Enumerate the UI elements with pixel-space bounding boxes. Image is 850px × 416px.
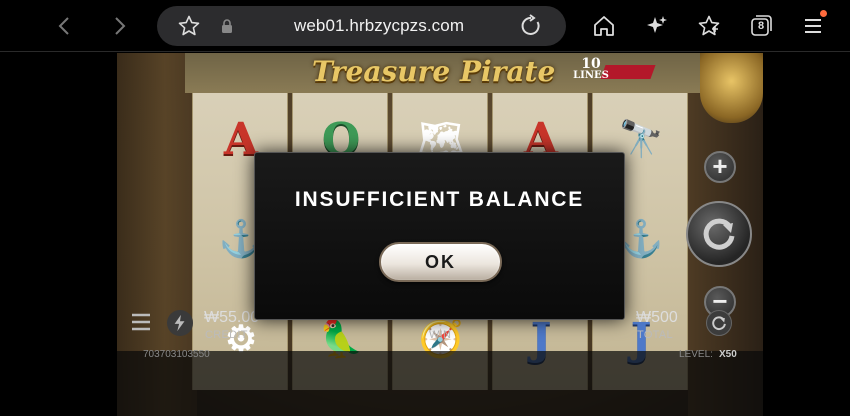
ai-assistant-button[interactable]	[639, 8, 675, 44]
home-icon	[594, 16, 614, 36]
lock-icon	[222, 19, 232, 33]
chevron-left-icon	[58, 17, 69, 35]
credit-label: CREDIT	[205, 329, 248, 341]
win-label: WIN	[429, 329, 452, 341]
autoplay-button[interactable]	[706, 310, 732, 336]
tab-count: 8	[757, 20, 765, 32]
menu-button[interactable]	[795, 8, 831, 44]
bookmark-star-icon[interactable]	[177, 14, 201, 38]
hamburger-menu-icon	[805, 19, 821, 33]
chevron-right-icon	[115, 17, 126, 35]
dialog-title: INSUFFICIENT BALANCE	[294, 188, 585, 211]
lines-label: LINES	[573, 70, 609, 81]
favorites-button[interactable]	[691, 8, 727, 44]
credit-value: ₩55.00	[204, 309, 260, 326]
bottom-bar	[117, 351, 763, 416]
bet-increase-button[interactable]: +	[704, 151, 736, 183]
ok-button[interactable]: OK	[379, 242, 502, 282]
spin-arrow-icon	[703, 218, 735, 250]
favorites-star-icon	[698, 15, 720, 36]
forward-button[interactable]	[101, 8, 137, 44]
total-label: TOTAL	[637, 329, 673, 341]
sparkle-icon	[647, 16, 667, 33]
game-logo: Treasure Pirate	[312, 55, 556, 88]
turbo-button[interactable]	[167, 310, 193, 336]
address-bar[interactable]: web01.hrbzycpzs.com	[157, 6, 566, 46]
lines-count: 10	[581, 56, 601, 72]
gold-coin-decoration	[700, 53, 763, 123]
spin-button[interactable]	[686, 201, 752, 267]
reload-icon[interactable]	[519, 14, 543, 38]
insufficient-balance-dialog: INSUFFICIENT BALANCE OK	[254, 152, 625, 320]
game-menu-icon[interactable]	[130, 312, 152, 332]
level-value: X50	[719, 349, 737, 360]
level-label: LEVEL:	[679, 349, 713, 360]
session-id: 703703103550	[143, 349, 210, 360]
notification-dot	[820, 10, 827, 17]
total-bet-value: ₩500	[636, 309, 678, 326]
home-button[interactable]	[586, 8, 622, 44]
browser-toolbar: web01.hrbzycpzs.com 8	[0, 0, 850, 52]
autoplay-icon	[712, 316, 726, 331]
back-button[interactable]	[47, 8, 83, 44]
lightning-icon	[174, 314, 185, 332]
url-text[interactable]: web01.hrbzycpzs.com	[294, 6, 464, 46]
lines-badge: 10 LINES	[573, 57, 609, 85]
tabs-button[interactable]: 8	[743, 8, 779, 44]
